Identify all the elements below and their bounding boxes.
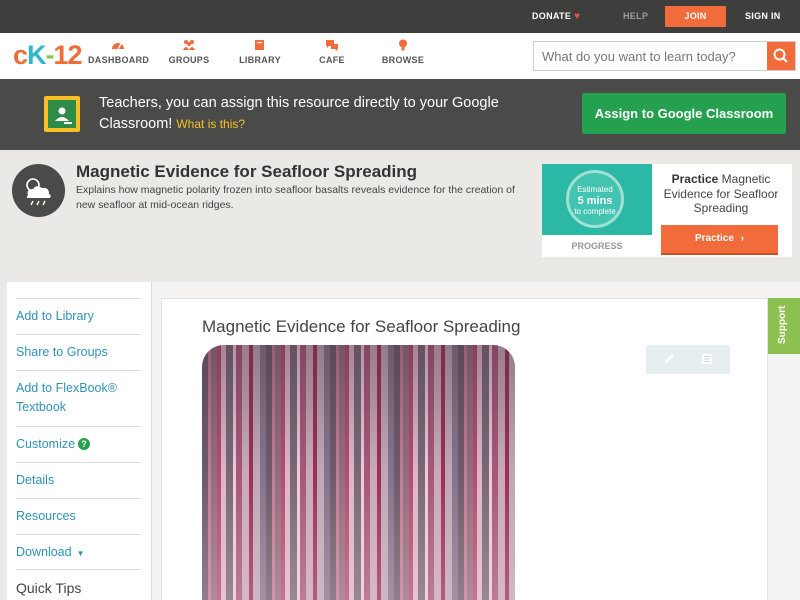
concept-title: Magnetic Evidence for Seafloor Spreading xyxy=(76,162,418,181)
estimate-line3: to complete xyxy=(574,207,616,216)
top-utility-bar: DONATE ♥ HELP JOIN SIGN IN xyxy=(0,0,800,33)
help-link[interactable]: HELP xyxy=(623,0,648,33)
sidebar-item-add-to-library[interactable]: Add to Library xyxy=(16,298,141,334)
logo-dash: - xyxy=(45,40,55,70)
groups-icon xyxy=(183,40,195,50)
cafe-icon xyxy=(326,40,338,51)
classroom-message: Teachers, you can assign this resource d… xyxy=(99,93,519,135)
practice-estimate-badge: Estimated 5 mins to complete xyxy=(542,164,652,235)
sidebar-item-download[interactable]: Download ▼ xyxy=(16,534,141,570)
quick-tips-heading: Quick Tips xyxy=(16,569,141,596)
notes-icon[interactable] xyxy=(700,352,714,366)
logo-12: 12 xyxy=(53,40,83,70)
nav-library[interactable]: LIBRARY xyxy=(239,39,281,65)
logo-k: K xyxy=(27,40,46,70)
practice-button[interactable]: Practice › xyxy=(661,225,778,255)
what-is-this-link[interactable]: What is this? xyxy=(176,117,245,131)
sidebar-item-resources[interactable]: Resources xyxy=(16,498,141,534)
dashboard-icon xyxy=(112,43,124,50)
progress-label: PROGRESS xyxy=(571,241,623,251)
caret-down-icon: ▼ xyxy=(76,549,85,558)
chevron-right-icon: › xyxy=(740,233,745,244)
pencil-icon[interactable] xyxy=(662,352,676,366)
content-title: Magnetic Evidence for Seafloor Spreading xyxy=(202,317,521,336)
practice-button-label: Practice xyxy=(694,233,734,244)
search-button[interactable] xyxy=(767,42,795,70)
google-classroom-banner: Teachers, you can assign this resource d… xyxy=(0,79,800,150)
download-label: Download xyxy=(16,545,72,559)
logo-c: c xyxy=(13,40,28,70)
search-box xyxy=(533,41,796,71)
sidebar-item-share-to-groups[interactable]: Share to Groups xyxy=(16,334,141,370)
donate-link[interactable]: DONATE ♥ xyxy=(532,0,580,33)
video-thumbnail[interactable] xyxy=(202,345,515,600)
nav-browse[interactable]: BROWSE xyxy=(381,39,425,65)
nav-dashboard-label: DASHBOARD xyxy=(88,55,150,65)
nav-dashboard[interactable]: DASHBOARD xyxy=(88,39,150,65)
search-input[interactable] xyxy=(534,42,768,70)
practice-title: Practice Magnetic Evidence for Seafloor … xyxy=(656,172,786,216)
nav-browse-label: BROWSE xyxy=(381,55,425,65)
sidebar: Add to Library Share to Groups Add to Fl… xyxy=(7,282,151,600)
sidebar-item-details[interactable]: Details xyxy=(16,462,141,498)
practice-card: Estimated 5 mins to complete PROGRESS Pr… xyxy=(542,164,792,257)
practice-title-bold: Practice xyxy=(671,172,719,186)
annotation-toolbar xyxy=(646,345,730,374)
concept-description: Explains how magnetic polarity frozen in… xyxy=(76,184,515,211)
join-button[interactable]: JOIN xyxy=(665,6,726,27)
nav-groups[interactable]: GROUPS xyxy=(167,39,211,65)
nav-cafe-label: CAFE xyxy=(319,55,345,65)
sidebar-item-customize[interactable]: Customize? xyxy=(16,426,141,462)
google-classroom-icon xyxy=(44,96,80,132)
support-label: Support xyxy=(777,305,788,344)
browse-icon xyxy=(399,39,407,51)
nav-groups-label: GROUPS xyxy=(168,55,210,65)
assign-to-classroom-button[interactable]: Assign to Google Classroom xyxy=(582,93,786,134)
sign-in-link[interactable]: SIGN IN xyxy=(745,0,781,33)
sidebar-item-add-to-flexbook[interactable]: Add to FlexBook® Textbook xyxy=(16,370,141,426)
customize-label: Customize xyxy=(16,437,76,451)
classroom-message-text: Teachers, you can assign this resource d… xyxy=(99,95,499,132)
ck12-logo[interactable]: cK-12 xyxy=(13,40,83,70)
support-tab[interactable]: Support xyxy=(768,298,800,354)
estimate-line1: Estimated xyxy=(577,185,613,194)
donate-label: DONATE xyxy=(532,11,572,21)
main-header: cK-12 DASHBOARD GROUPS LIBRARY CAFE BROW… xyxy=(0,33,800,79)
estimate-ring: Estimated 5 mins to complete xyxy=(566,170,624,228)
nav-library-label: LIBRARY xyxy=(239,55,281,65)
heart-icon: ♥ xyxy=(574,11,581,22)
nav-cafe[interactable]: CAFE xyxy=(316,39,348,65)
search-icon xyxy=(773,48,788,63)
estimate-line2: 5 mins xyxy=(577,195,613,207)
help-icon[interactable]: ? xyxy=(78,438,91,450)
library-icon xyxy=(255,40,264,50)
weather-icon xyxy=(12,164,65,217)
